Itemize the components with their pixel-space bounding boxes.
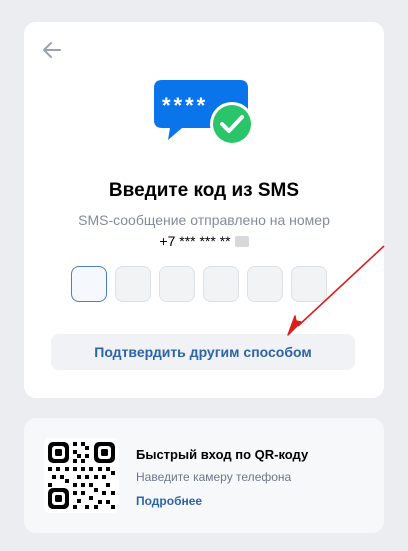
phone-number: +7 *** *** ** <box>24 233 384 249</box>
code-digit-6-input[interactable] <box>291 266 327 302</box>
code-digit-4-input[interactable] <box>203 266 239 302</box>
code-digit-2-input[interactable] <box>115 266 151 302</box>
code-digit-3-input[interactable] <box>159 266 195 302</box>
page-title: Введите код из SMS <box>108 180 300 201</box>
qr-code-icon <box>48 442 115 509</box>
hidden-digits <box>234 236 249 247</box>
arrow-left-icon[interactable] <box>38 36 66 64</box>
phone-number-text: +7 *** *** ** <box>159 233 231 249</box>
qr-login-card: Быстрый вход по QR-коду Наведите камеру … <box>24 418 384 533</box>
qr-code-image[interactable] <box>44 438 119 513</box>
qr-more-link[interactable]: Подробнее <box>136 494 202 508</box>
verification-card: **** Введите код из SMS SMS-сообщение от… <box>24 22 384 398</box>
qr-login-subtitle: Наведите камеру телефона <box>136 470 292 484</box>
code-input-row <box>71 266 327 302</box>
code-mask-text: **** <box>162 93 208 118</box>
confirm-other-way-button[interactable]: Подтвердить другим способом <box>51 334 355 370</box>
code-digit-5-input[interactable] <box>247 266 283 302</box>
qr-login-title: Быстрый вход по QR-коду <box>136 447 309 462</box>
back-button[interactable] <box>38 36 66 64</box>
sms-sent-notice: SMS-сообщение отправлено на номер <box>78 212 330 228</box>
sms-code-check-icon: **** <box>154 80 252 146</box>
code-digit-1-input[interactable] <box>71 266 107 302</box>
